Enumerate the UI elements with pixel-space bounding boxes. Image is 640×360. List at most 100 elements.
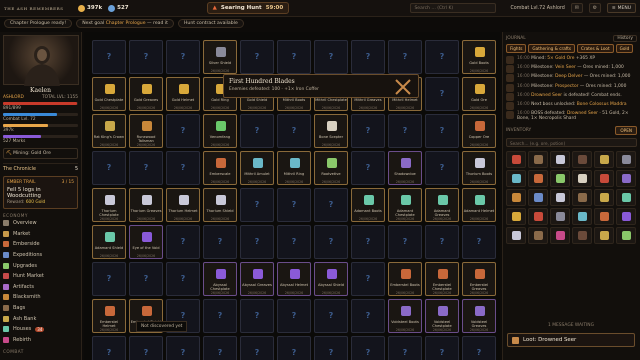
codex-cell[interactable]: Bone Scepter 26/06/2026 xyxy=(314,114,348,148)
inventory-slot[interactable] xyxy=(528,150,548,168)
codex-cell[interactable]: ? xyxy=(277,299,311,333)
codex-cell[interactable]: ? xyxy=(277,336,311,360)
nav-item-rebirth[interactable]: Rebirth xyxy=(3,335,78,346)
codex-cell[interactable]: ? xyxy=(240,40,274,74)
inventory-slot[interactable] xyxy=(506,169,526,187)
notification-hunt-contract[interactable]: Hunt contract available xyxy=(177,19,244,28)
codex-cell[interactable]: ? xyxy=(240,225,274,259)
nav-item-artifacts[interactable]: Artifacts xyxy=(3,282,78,293)
codex-cell[interactable]: ? xyxy=(92,151,126,185)
codex-cell[interactable]: ? xyxy=(277,225,311,259)
nav-item-market[interactable]: Market xyxy=(3,229,78,240)
codex-cell[interactable]: Gold Helmet 26/06/2026 xyxy=(166,77,200,111)
current-activity[interactable]: ⛏ Mining: Gold Ore xyxy=(3,148,78,159)
global-search-input[interactable]: Search … (Ctrl K) xyxy=(410,3,497,13)
codex-cell[interactable]: Thorium Chestplate 26/06/2026 xyxy=(92,188,126,222)
notification-next-goal[interactable]: Next goal Chapter Prologue — read it xyxy=(76,19,174,28)
codex-cell[interactable]: Adamant Helmet 26/06/2026 xyxy=(462,188,496,222)
inventory-slot[interactable] xyxy=(550,226,570,244)
inventory-slot[interactable] xyxy=(572,226,592,244)
codex-cell[interactable]: Gold Chestplate 26/06/2026 xyxy=(92,77,126,111)
codex-cell[interactable]: Venomfang 26/06/2026 xyxy=(203,114,237,148)
inventory-slot[interactable] xyxy=(616,169,636,187)
settings-icon[interactable]: ⚙ xyxy=(588,3,601,13)
menu-button[interactable]: ≡ MENU xyxy=(606,3,636,13)
codex-cell[interactable]: ? xyxy=(203,336,237,360)
codex-cell[interactable]: ? xyxy=(240,188,274,222)
inventory-slot[interactable] xyxy=(528,188,548,206)
codex-cell[interactable]: ? xyxy=(166,114,200,148)
codex-cell[interactable]: ? xyxy=(388,225,422,259)
codex-cell[interactable]: ? xyxy=(425,225,459,259)
codex-cell[interactable]: ? xyxy=(388,114,422,148)
inventory-search-input[interactable]: Search… (e.g. ore, potion) xyxy=(506,137,637,147)
inventory-slot[interactable] xyxy=(594,188,614,206)
codex-cell[interactable]: ? xyxy=(129,40,163,74)
inventory-slot[interactable] xyxy=(572,150,592,168)
inventory-slot[interactable] xyxy=(572,188,592,206)
codex-cell[interactable]: Emberstel Boots 26/06/2026 xyxy=(388,262,422,296)
nav-item-ash-bank[interactable]: Ash Bank xyxy=(3,313,78,324)
codex-cell[interactable]: ? xyxy=(351,336,385,360)
inventory-slot[interactable] xyxy=(550,207,570,225)
inventory-slot[interactable] xyxy=(572,207,592,225)
nav-item-emberside[interactable]: Emberside xyxy=(3,239,78,250)
codex-cell[interactable]: Gold Greaves 26/06/2026 xyxy=(129,77,163,111)
codex-cell[interactable]: ? xyxy=(425,40,459,74)
codex-cell[interactable]: Silver Shield 26/06/2026 xyxy=(203,40,237,74)
codex-cell[interactable]: ? xyxy=(203,225,237,259)
codex-cell[interactable]: ? xyxy=(166,262,200,296)
codex-cell[interactable]: ? xyxy=(388,336,422,360)
codex-cell[interactable]: Rootvetive 26/06/2026 xyxy=(314,151,348,185)
codex-cell[interactable]: ? xyxy=(203,299,237,333)
codex-cell[interactable]: ? xyxy=(277,114,311,148)
gold-counter[interactable]: 397k xyxy=(78,4,102,12)
codex-cell[interactable]: ? xyxy=(351,40,385,74)
nav-item-overview[interactable]: Overview xyxy=(3,218,78,229)
codex-cell[interactable]: ? xyxy=(351,262,385,296)
codex-cell[interactable]: Adamant Chestplate 26/06/2026 xyxy=(388,188,422,222)
inventory-slot[interactable] xyxy=(616,207,636,225)
marks-counter[interactable]: 527 xyxy=(108,4,129,12)
inventory-slot[interactable] xyxy=(550,150,570,168)
codex-cell[interactable]: ? xyxy=(351,225,385,259)
codex-cell[interactable]: ? xyxy=(351,114,385,148)
codex-cell[interactable]: ? xyxy=(314,336,348,360)
codex-cell[interactable]: ? xyxy=(314,299,348,333)
codex-cell[interactable]: Shadowcloe 26/06/2026 xyxy=(388,151,422,185)
codex-cell[interactable]: ? xyxy=(129,151,163,185)
inventory-slot[interactable] xyxy=(528,207,548,225)
codex-cell[interactable]: ? xyxy=(129,336,163,360)
inventory-slot[interactable] xyxy=(594,226,614,244)
filter-chip[interactable]: Crates & Loot xyxy=(577,44,614,53)
codex-cell[interactable]: Thorium Greaves 26/06/2026 xyxy=(129,188,163,222)
inventory-slot[interactable] xyxy=(550,169,570,187)
codex-cell[interactable]: Abyssal Chestplate 26/06/2026 xyxy=(203,262,237,296)
codex-cell[interactable]: Adamant Boots 26/06/2026 xyxy=(351,188,385,222)
filter-chip[interactable]: Fights xyxy=(506,44,527,53)
codex-cell[interactable]: ? xyxy=(129,262,163,296)
inventory-slot[interactable] xyxy=(528,226,548,244)
codex-cell[interactable]: ? xyxy=(240,114,274,148)
searing-hunt-button[interactable]: ▲ Searing Hunt 59:00 xyxy=(206,2,290,14)
codex-cell[interactable]: Voidsteel Greaves 26/06/2026 xyxy=(462,299,496,333)
codex-cell[interactable]: ? xyxy=(277,188,311,222)
inventory-slot[interactable] xyxy=(506,150,526,168)
codex-cell[interactable]: Mithril Amulet 26/06/2026 xyxy=(240,151,274,185)
codex-cell[interactable]: ? xyxy=(166,225,200,259)
loot-notification[interactable]: Loot: Drowned Seer xyxy=(507,333,635,347)
inventory-slot[interactable] xyxy=(594,169,614,187)
codex-cell[interactable]: ? xyxy=(166,336,200,360)
inventory-slot[interactable] xyxy=(506,207,526,225)
codex-cell[interactable]: Abyssal Greaves 26/06/2026 xyxy=(240,262,274,296)
inventory-slot[interactable] xyxy=(594,207,614,225)
codex-cell[interactable]: ? xyxy=(92,40,126,74)
codex-cell[interactable]: Adamant Greaves 26/06/2026 xyxy=(425,188,459,222)
chronicle-link[interactable]: The Chronicle 5 xyxy=(3,163,78,172)
codex-cell[interactable]: ? xyxy=(462,336,496,360)
inventory-slot[interactable] xyxy=(572,169,592,187)
codex-cell[interactable]: Gold Boots 26/06/2026 xyxy=(462,40,496,74)
filter-chip[interactable]: Gold xyxy=(615,44,634,53)
codex-cell[interactable]: Abyssal Shield 26/06/2026 xyxy=(314,262,348,296)
inventory-slot[interactable] xyxy=(528,169,548,187)
